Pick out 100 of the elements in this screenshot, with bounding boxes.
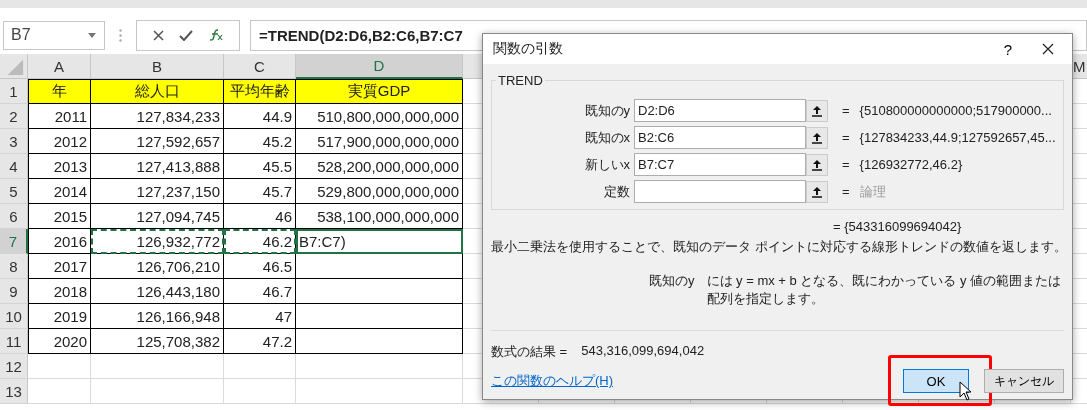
- cancel-icon[interactable]: [152, 29, 164, 41]
- column-header[interactable]: B: [91, 54, 224, 79]
- table-cell: 2014: [28, 179, 91, 204]
- collapse-dialog-icon[interactable]: [806, 180, 828, 203]
- table-cell: 2016: [28, 229, 91, 254]
- table-cell: 47: [224, 304, 296, 329]
- table-cell: 46.7: [224, 279, 296, 304]
- collapse-dialog-icon[interactable]: [806, 126, 828, 149]
- formula-result-value: 543,316,099,694,042: [581, 343, 705, 360]
- equals-sign: =: [842, 157, 850, 172]
- table-cell: 2020: [28, 329, 91, 354]
- checkmark-icon[interactable]: [179, 29, 194, 41]
- table-cell: 46.2: [224, 229, 296, 254]
- table-cell: 46.5: [224, 254, 296, 279]
- cell-reference: B7: [11, 26, 31, 44]
- table-cell: 2017: [28, 254, 91, 279]
- collapse-dialog-icon[interactable]: [806, 153, 828, 176]
- table-cell: 2018: [28, 279, 91, 304]
- table-cell: 2013: [28, 154, 91, 179]
- table-cell: 45.2: [224, 129, 296, 154]
- dropdown-icon[interactable]: [88, 32, 96, 38]
- help-button[interactable]: ?: [1003, 40, 1012, 58]
- row-header[interactable]: 5: [0, 179, 28, 204]
- mouse-pointer-icon[interactable]: [959, 381, 972, 401]
- row-header[interactable]: 12: [0, 354, 28, 379]
- argument-field[interactable]: [634, 180, 806, 203]
- dialog-title: 関数の引数: [493, 40, 564, 58]
- argument-result: 論理: [859, 182, 886, 201]
- table-cell: 126,443,180: [91, 279, 224, 304]
- argument-description: には y = mx + b となる、既にわかっている y 値の範囲または配列を指定します。: [706, 272, 1062, 308]
- argument-result: {510800000000000;517900000...: [859, 103, 1052, 118]
- row-header[interactable]: 10: [0, 304, 28, 329]
- equals-sign: =: [842, 103, 850, 118]
- argument-field[interactable]: D2:D6: [634, 99, 806, 122]
- row-header[interactable]: 2: [0, 104, 28, 129]
- column-header[interactable]: A: [28, 54, 91, 79]
- table-cell: 517,900,000,000,000: [296, 129, 463, 154]
- column-title-cell: 総人口: [91, 79, 224, 104]
- row-header[interactable]: 13: [0, 379, 28, 404]
- table-cell: 538,100,000,000,000: [296, 204, 463, 229]
- function-name: TREND: [496, 73, 545, 88]
- argument-name: 既知のy: [649, 272, 695, 290]
- table-cell: 528,200,000,000,000: [296, 154, 463, 179]
- grip-icon[interactable]: [119, 28, 122, 42]
- collapse-dialog-icon[interactable]: [806, 99, 828, 122]
- row-header[interactable]: 6: [0, 204, 28, 229]
- help-link[interactable]: この関数のヘルプ(H): [491, 372, 614, 390]
- equals-sign: =: [842, 130, 850, 145]
- computed-result: = {543316099694042}: [833, 219, 963, 234]
- table-cell: 2012: [28, 129, 91, 154]
- argument-value: B7:C7: [638, 157, 675, 172]
- column-title-cell: 平均年齢: [224, 79, 296, 104]
- function-icon[interactable]: [209, 29, 224, 41]
- table-cell: 529,800,000,000,000: [296, 179, 463, 204]
- argument-result: {126932772,46.2}: [859, 157, 963, 172]
- table-cell: 45.5: [224, 154, 296, 179]
- table-cell: 127,834,233: [91, 104, 224, 129]
- column-header[interactable]: D: [296, 54, 463, 79]
- formula-result-label: 数式の結果 =: [491, 343, 568, 361]
- argument-value: D2:D6: [638, 103, 675, 118]
- formula-text: =TREND(D2:D6,B2:C6,B7:C7: [259, 26, 463, 44]
- argument-label: 新しいx: [583, 155, 631, 174]
- argument-label: 既知のy: [583, 101, 631, 120]
- close-icon[interactable]: [1042, 43, 1054, 55]
- row-header[interactable]: 1: [0, 79, 28, 104]
- row-header[interactable]: 3: [0, 129, 28, 154]
- table-cell: 2015: [28, 204, 91, 229]
- ok-button[interactable]: OK: [903, 369, 969, 393]
- table-cell: 510,800,000,000,000: [296, 104, 463, 129]
- table-cell: 46: [224, 204, 296, 229]
- table-cell: 45.7: [224, 179, 296, 204]
- table-cell: 126,706,210: [91, 254, 224, 279]
- row-header[interactable]: 8: [0, 254, 28, 279]
- editing-cell[interactable]: B7:C7): [296, 229, 463, 254]
- column-title-cell: 年: [28, 79, 91, 104]
- table-cell: 44.9: [224, 104, 296, 129]
- name-box[interactable]: B7: [3, 20, 105, 50]
- table-cell: 125,708,382: [91, 329, 224, 354]
- table-cell: 2011: [28, 104, 91, 129]
- table-cell: 2019: [28, 304, 91, 329]
- function-description: 最小二乗法を使用することで、既知のデータ ポイントに対応する線形トレンドの数値を返します。: [491, 238, 1064, 256]
- column-header[interactable]: C: [224, 54, 296, 79]
- equals-sign: =: [842, 184, 850, 199]
- argument-label: 既知のx: [583, 128, 631, 147]
- table-cell: 127,592,657: [91, 129, 224, 154]
- row-header[interactable]: 9: [0, 279, 28, 304]
- table-cell: 126,166,948: [91, 304, 224, 329]
- argument-value: B2:C6: [638, 130, 675, 145]
- row-header[interactable]: 7: [0, 229, 28, 254]
- table-cell: 127,413,888: [91, 154, 224, 179]
- row-header[interactable]: 11: [0, 329, 28, 354]
- cancel-button[interactable]: キャンセル: [984, 369, 1064, 393]
- argument-field[interactable]: B7:C7: [634, 153, 806, 176]
- table-cell: 127,094,745: [91, 204, 224, 229]
- argument-result: {127834233,44.9;127592657,45...: [859, 130, 1056, 145]
- column-title-cell: 実質GDP: [296, 79, 463, 104]
- argument-label: 定数: [603, 182, 631, 201]
- table-cell: 47.2: [224, 329, 296, 354]
- argument-field[interactable]: B2:C6: [634, 126, 806, 149]
- row-header[interactable]: 4: [0, 154, 28, 179]
